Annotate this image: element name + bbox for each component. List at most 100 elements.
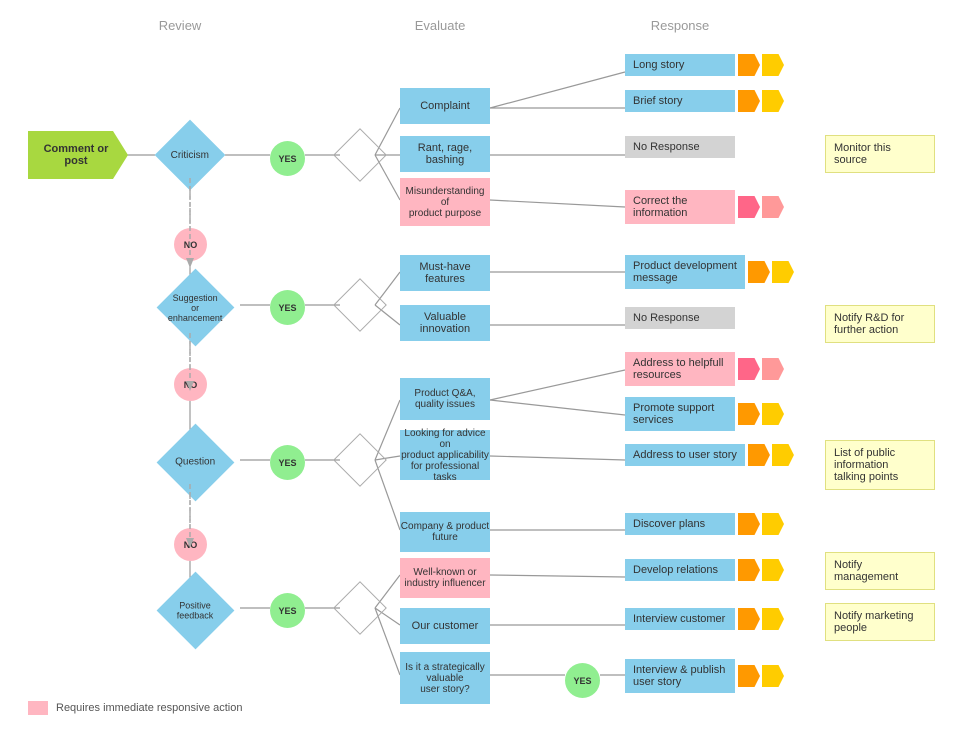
- public-info-note-label: List of public information talking point…: [834, 447, 898, 483]
- criticism-yes-label: YES: [278, 154, 296, 164]
- interview-publish-item: Interview & publish user story: [625, 659, 784, 693]
- suggestion-diamond-wrapper: Suggestion or enhancement: [155, 280, 235, 335]
- start-label: Comment or post: [40, 143, 117, 167]
- correct-info-arrows: [738, 196, 784, 218]
- question-yes-circle: YES: [270, 445, 305, 480]
- misunderstanding-box: Misunderstanding of product purpose: [400, 178, 490, 226]
- interview-publish-arrows: [738, 665, 784, 687]
- diagram-container: Review Evaluate Response: [0, 0, 963, 735]
- product-dev-label: Product development message: [625, 255, 745, 289]
- notify-rd-note: Notify R&D for further action: [825, 305, 935, 343]
- strategic-label: Is it a strategically valuable user stor…: [405, 662, 484, 695]
- company-box: Company & product future: [400, 512, 490, 552]
- question-no-circle: NO: [174, 528, 207, 561]
- looking-label: Looking for advice on product applicabil…: [400, 428, 490, 483]
- criticism-label: Criticism: [171, 149, 209, 160]
- question-no-label: NO: [184, 540, 198, 550]
- strategic-yes-circle: YES: [565, 663, 600, 698]
- no-response1-label: No Response: [625, 136, 735, 158]
- long-story-arrows: [738, 54, 784, 76]
- brief-story-arrows: [738, 90, 784, 112]
- public-info-note: List of public information talking point…: [825, 440, 935, 490]
- address-helpful-label: Address to helpfull resources: [625, 352, 735, 386]
- strategic-box: Is it a strategically valuable user stor…: [400, 652, 490, 704]
- promote-arrows: [738, 403, 784, 425]
- address-helpful-arrows: [738, 358, 784, 380]
- col-header-review: Review: [120, 18, 240, 33]
- question-yes-label: YES: [278, 458, 296, 468]
- suggestion-no-label: NO: [184, 380, 198, 390]
- address-user-arrows: [748, 444, 794, 466]
- criticism-no-circle: NO: [174, 228, 207, 261]
- suggestion-eval-diamond: [340, 280, 380, 330]
- interview-customer-label: Interview customer: [625, 608, 735, 630]
- develop-relations-label: Develop relations: [625, 559, 735, 581]
- question-label: Question: [175, 457, 215, 468]
- promote-label: Promote support services: [625, 397, 735, 431]
- company-label: Company & product future: [401, 521, 489, 543]
- valuable-label: Valuable innovation: [400, 311, 490, 335]
- criticism-no-label: NO: [184, 240, 198, 250]
- long-story-label: Long story: [625, 54, 735, 76]
- misunderstanding-label: Misunderstanding of product purpose: [400, 186, 490, 219]
- brief-story-item: Brief story: [625, 90, 784, 112]
- address-user-label: Address to user story: [625, 444, 745, 466]
- suggestion-label: Suggestion or enhancement: [168, 293, 223, 323]
- qa-box: Product Q&A, quality issues: [400, 378, 490, 420]
- develop-relations-arrows: [738, 559, 784, 581]
- positive-eval-diamond: [340, 583, 380, 633]
- start-node: Comment or post: [28, 131, 128, 179]
- col-header-evaluate: Evaluate: [380, 18, 500, 33]
- criticism-yes-circle: YES: [270, 141, 305, 176]
- notify-mgmt-note: Notify management: [825, 552, 935, 590]
- no-response1-item: No Response: [625, 136, 735, 158]
- discover-plans-item: Discover plans: [625, 513, 784, 535]
- positive-yes-label: YES: [278, 606, 296, 616]
- legend-pink-box: [28, 701, 48, 715]
- must-have-label: Must-have features: [400, 261, 490, 285]
- looking-box: Looking for advice on product applicabil…: [400, 430, 490, 480]
- notify-marketing-note: Notify marketing people: [825, 603, 935, 641]
- rant-label: Rant, rage, bashing: [400, 142, 490, 166]
- col-header-response: Response: [620, 18, 740, 33]
- legend-text: Requires immediate responsive action: [56, 702, 242, 714]
- criticism-diamond-wrapper: Criticism: [155, 130, 225, 180]
- long-story-item: Long story: [625, 54, 784, 76]
- discover-plans-arrows: [738, 513, 784, 535]
- complaint-label: Complaint: [420, 100, 470, 112]
- product-dev-arrows: [748, 261, 794, 283]
- positive-label: Positive feedback: [177, 601, 214, 621]
- wellknown-box: Well-known or industry influencer: [400, 558, 490, 598]
- question-diamond-wrapper: Question: [155, 435, 235, 490]
- customer-box: Our customer: [400, 608, 490, 644]
- suggestion-yes-circle: YES: [270, 290, 305, 325]
- complaint-box: Complaint: [400, 88, 490, 124]
- develop-relations-item: Develop relations: [625, 559, 784, 581]
- notify-rd-note-label: Notify R&D for further action: [834, 312, 904, 336]
- brief-story-label: Brief story: [625, 90, 735, 112]
- interview-customer-arrows: [738, 608, 784, 630]
- monitor-note-label: Monitor this source: [834, 142, 891, 166]
- question-eval-diamond: [340, 435, 380, 485]
- no-response2-label: No Response: [625, 307, 735, 329]
- positive-diamond-wrapper: Positive feedback: [155, 583, 235, 638]
- valuable-box: Valuable innovation: [400, 305, 490, 341]
- address-user-item: Address to user story: [625, 444, 794, 466]
- customer-label: Our customer: [412, 620, 479, 632]
- qa-label: Product Q&A, quality issues: [414, 388, 475, 410]
- rant-box: Rant, rage, bashing: [400, 136, 490, 172]
- positive-yes-circle: YES: [270, 593, 305, 628]
- wellknown-label: Well-known or industry influencer: [404, 567, 485, 589]
- no-response2-item: No Response: [625, 307, 735, 329]
- interview-publish-label: Interview & publish user story: [625, 659, 735, 693]
- legend: Requires immediate responsive action: [28, 701, 242, 715]
- interview-customer-item: Interview customer: [625, 608, 784, 630]
- suggestion-no-circle: NO: [174, 368, 207, 401]
- address-helpful-item: Address to helpfull resources: [625, 352, 784, 386]
- promote-item: Promote support services: [625, 397, 784, 431]
- must-have-box: Must-have features: [400, 255, 490, 291]
- correct-info-item: Correct the information: [625, 190, 784, 224]
- correct-info-label: Correct the information: [625, 190, 735, 224]
- criticism-eval-diamond: [340, 130, 380, 180]
- suggestion-yes-label: YES: [278, 303, 296, 313]
